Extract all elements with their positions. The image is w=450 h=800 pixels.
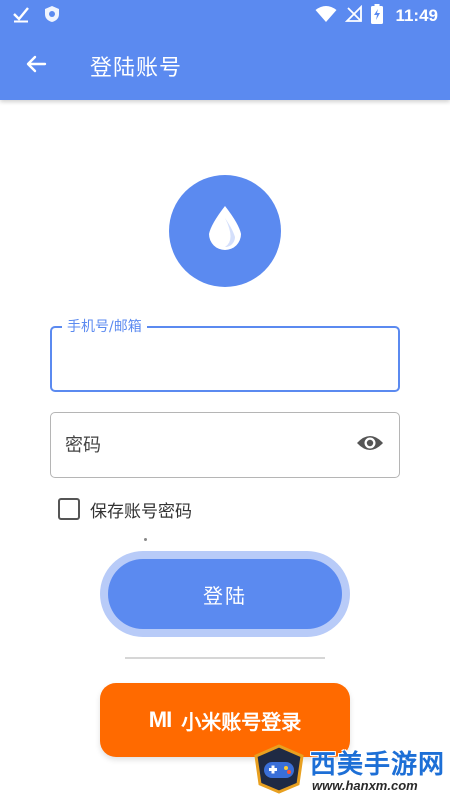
wifi-icon: [315, 5, 337, 27]
account-field[interactable]: 手机号/邮箱: [50, 318, 400, 392]
gamepad-badge-icon: [252, 744, 306, 794]
arrow-left-icon: [24, 52, 48, 80]
top-bar: 11:49 登陆账号: [0, 0, 450, 100]
login-button[interactable]: 登陆: [108, 559, 342, 629]
password-visibility-toggle[interactable]: [355, 432, 385, 458]
password-field[interactable]: [50, 412, 400, 478]
battery-charging-icon: [371, 4, 384, 28]
status-left: [12, 6, 60, 26]
password-input[interactable]: [65, 413, 355, 477]
remember-credentials-row[interactable]: 保存账号密码: [58, 497, 192, 522]
page-title: 登陆账号: [90, 56, 183, 81]
status-right: 11:49: [315, 4, 438, 28]
water-drop-icon: [205, 204, 245, 258]
app-bar: 登陆账号: [0, 32, 450, 100]
watermark: 西美手游网 www.hanxm.com: [248, 740, 448, 798]
decorative-dot: [144, 538, 147, 541]
no-signal-icon: [345, 4, 363, 27]
watermark-url: www.hanxm.com: [312, 778, 418, 793]
status-bar: 11:49: [0, 0, 450, 32]
account-input[interactable]: [66, 328, 356, 390]
app-logo: [169, 175, 281, 287]
remember-label: 保存账号密码: [90, 501, 192, 522]
shield-notification-icon: [44, 5, 60, 27]
back-button[interactable]: [14, 44, 58, 88]
watermark-title: 西美手游网: [310, 750, 446, 780]
eye-icon: [356, 433, 384, 457]
check-notification-icon: [12, 5, 30, 27]
xiaomi-login-label: 小米账号登录: [181, 709, 302, 734]
xiaomi-logo-icon: MI: [148, 707, 172, 732]
status-time: 11:49: [395, 6, 438, 25]
remember-checkbox[interactable]: [58, 498, 80, 520]
divider: [125, 657, 325, 659]
